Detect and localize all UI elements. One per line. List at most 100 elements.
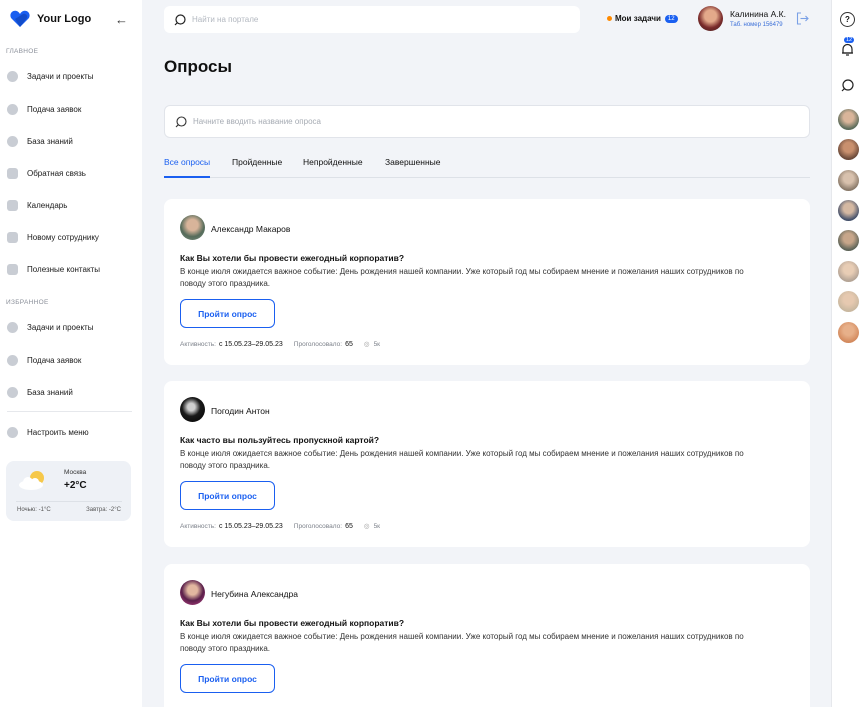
sidebar-item-calendar[interactable]: Календарь xyxy=(7,197,132,213)
sidebar-item-requests[interactable]: Подача заявок xyxy=(7,101,132,117)
tab-not-completed[interactable]: Непройденные xyxy=(303,157,363,178)
activity-value: с 15.05.23–29.05.23 xyxy=(218,522,283,530)
settings-menu-button[interactable]: Настроить меню xyxy=(7,424,132,440)
sidebar-item-label: Новому сотруднику xyxy=(27,232,99,242)
poll-meta: Активность: с 15.05.23–29.05.23 Проголос… xyxy=(180,522,381,531)
help-icon[interactable]: ? xyxy=(840,12,855,27)
poll-question: Как Вы хотели бы провести ежегодный корп… xyxy=(180,618,405,628)
poll-description: В конце июля ожидается важное событие: Д… xyxy=(180,449,744,470)
portal-search-placeholder: Найти на портале xyxy=(192,15,259,24)
search-icon xyxy=(174,13,186,25)
activity-value: с 15.05.23–29.05.23 xyxy=(218,340,283,348)
poll-search-input[interactable]: Начните вводить название опроса xyxy=(164,105,810,138)
poll-question: Как часто вы пользуйтесь пропускной карт… xyxy=(180,435,380,445)
sidebar-fav-knowledge[interactable]: База знаний xyxy=(7,384,132,400)
author-avatar[interactable] xyxy=(180,215,205,240)
logo-text: Your Logo xyxy=(37,13,92,25)
sidebar-fav-requests[interactable]: Подача заявок xyxy=(7,352,132,368)
sidebar-item-label: Полезные контакты xyxy=(27,264,100,274)
collapse-sidebar-icon[interactable]: ← xyxy=(115,12,128,27)
weather-city: Москва xyxy=(64,469,87,476)
poll-card: Погодин Антон Как часто вы пользуйтесь п… xyxy=(164,381,810,547)
sidebar-item-label: Подача заявок xyxy=(27,355,82,365)
poll-question: Как Вы хотели бы провести ежегодный корп… xyxy=(180,253,405,263)
take-poll-button[interactable]: Пройти опрос xyxy=(180,299,275,328)
take-poll-button[interactable]: Пройти опрос xyxy=(180,664,275,693)
contact-avatar[interactable] xyxy=(838,170,859,191)
heart-logo-icon xyxy=(10,10,30,27)
tab-completed[interactable]: Пройденные xyxy=(232,157,282,178)
votes-label: Проголосовало: xyxy=(293,522,343,530)
search-icon xyxy=(175,115,187,127)
sidebar-item-label: Задачи и проекты xyxy=(27,322,94,332)
logo[interactable]: Your Logo ← xyxy=(10,10,132,28)
cloud-sun-icon xyxy=(19,471,44,490)
tasks-count-badge: 12 xyxy=(664,14,678,23)
weather-tomorrow: Завтра: -2°C xyxy=(86,507,121,513)
sidebar-item-feedback[interactable]: Обратная связь xyxy=(7,165,132,181)
my-tasks-link[interactable]: Мои задачи 12 xyxy=(607,14,678,23)
views-value: 5к xyxy=(373,522,381,530)
sidebar-fav-tasks[interactable]: Задачи и проекты xyxy=(7,319,132,335)
section-label-favorites: ИЗБРАННОЕ xyxy=(6,299,49,306)
contact-avatar[interactable] xyxy=(838,200,859,221)
contact-avatar[interactable] xyxy=(838,261,859,282)
user-avatar[interactable] xyxy=(698,6,723,31)
sidebar-item-label: Задачи и проекты xyxy=(27,71,94,81)
eye-icon: ◎ xyxy=(363,341,370,348)
feedback-icon xyxy=(7,167,18,179)
contact-avatar[interactable] xyxy=(838,230,859,251)
knowledge-icon xyxy=(7,135,18,147)
right-rail: ? 12 xyxy=(831,0,866,707)
people-icon xyxy=(7,354,18,366)
contact-avatar[interactable] xyxy=(838,139,859,160)
user-name[interactable]: Калинина А.К. xyxy=(730,9,786,19)
tab-all-polls[interactable]: Все опросы xyxy=(164,157,211,178)
sidebar-item-contacts[interactable]: Полезные контакты xyxy=(7,261,132,277)
views-value: 5к xyxy=(373,340,381,348)
sidebar: Your Logo ← ГЛАВНОЕ Задачи и проекты Под… xyxy=(0,0,142,707)
poll-author[interactable]: Негубина Александра xyxy=(211,589,298,599)
page-title: Опросы xyxy=(164,57,233,76)
poll-meta: Активность: с 15.05.23–29.05.23 Проголос… xyxy=(180,340,381,349)
portal-search[interactable]: Найти на портале xyxy=(164,6,580,33)
poll-author[interactable]: Александр Макаров xyxy=(211,224,290,234)
poll-card: Негубина Александра Как Вы хотели бы про… xyxy=(164,564,810,707)
author-avatar[interactable] xyxy=(180,580,205,605)
poll-description: В конце июля ожидается важное событие: Д… xyxy=(180,267,744,288)
section-label-main: ГЛАВНОЕ xyxy=(6,48,39,55)
poll-tabs: Все опросы Пройденные Непройденные Завер… xyxy=(164,157,810,178)
contact-avatar[interactable] xyxy=(838,322,859,343)
newcomer-icon xyxy=(7,231,18,243)
activity-label: Активность: xyxy=(180,522,216,530)
my-tasks-label: Мои задачи xyxy=(615,14,661,23)
contact-avatar[interactable] xyxy=(838,291,859,312)
weather-night: Ночью: -1°C xyxy=(17,507,51,513)
sidebar-item-knowledge[interactable]: База знаний xyxy=(7,133,132,149)
votes-label: Проголосовало: xyxy=(293,340,343,348)
people-icon xyxy=(7,103,18,115)
sidebar-item-label: База знаний xyxy=(27,387,73,397)
sidebar-item-newcomer[interactable]: Новому сотруднику xyxy=(7,229,132,245)
sidebar-item-tasks[interactable]: Задачи и проекты xyxy=(7,68,132,84)
take-poll-button[interactable]: Пройти опрос xyxy=(180,481,275,510)
activity-label: Активность: xyxy=(180,340,216,348)
sidebar-item-label: Обратная связь xyxy=(27,168,86,178)
author-avatar[interactable] xyxy=(180,397,205,422)
contacts-icon xyxy=(7,263,18,275)
weather-temp: +2°C xyxy=(64,480,87,491)
votes-value: 65 xyxy=(345,340,353,348)
bell-icon[interactable] xyxy=(840,42,855,57)
logout-icon[interactable] xyxy=(796,12,809,25)
search-icon[interactable] xyxy=(840,78,855,93)
poll-author[interactable]: Погодин Антон xyxy=(211,406,270,416)
sidebar-item-label: Подача заявок xyxy=(27,104,82,114)
contact-avatar[interactable] xyxy=(838,109,859,130)
gear-icon xyxy=(7,426,18,438)
tasks-icon xyxy=(7,70,18,82)
calendar-icon xyxy=(7,199,18,211)
tab-finished[interactable]: Завершенные xyxy=(385,157,441,178)
user-tab-number: Таб. номер 156479 xyxy=(730,22,783,28)
eye-icon: ◎ xyxy=(363,523,370,530)
weather-divider xyxy=(16,501,122,502)
